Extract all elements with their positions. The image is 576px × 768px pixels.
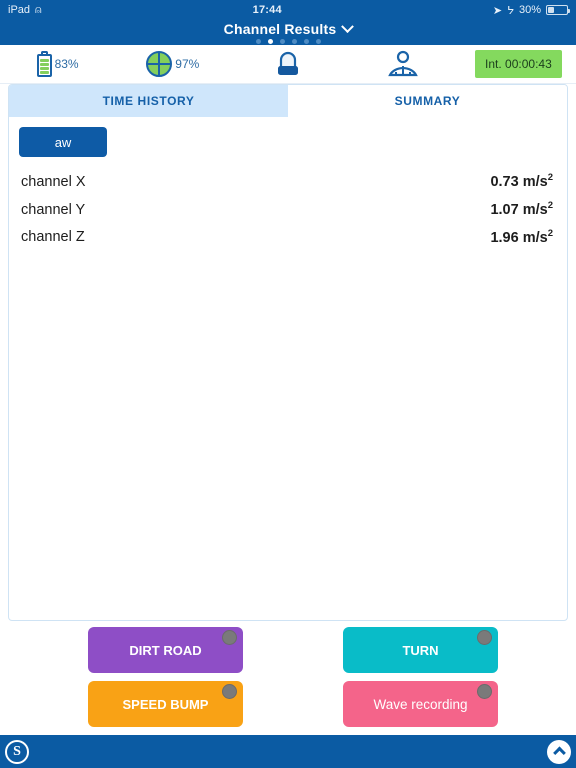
ios-status-bar: iPad ⍝ 17:44 ➤ ᔭ 30% — [0, 0, 576, 20]
page-dot-1[interactable] — [255, 39, 261, 44]
page-dot-4[interactable] — [291, 39, 297, 44]
channel-value-exponent: 2 — [547, 199, 553, 211]
event-buttons-grid: DIRT ROAD TURN SPEED BUMP Wave recording — [0, 621, 576, 735]
tab-summary[interactable]: SUMMARY — [288, 85, 567, 117]
event-status-indicator[interactable] — [477, 684, 492, 699]
logo-letter: S — [13, 743, 21, 759]
channel-value-exponent: 2 — [547, 172, 553, 183]
channel-row[interactable]: channel X 0.73 m/s2 — [19, 167, 557, 195]
battery-segment — [39, 63, 49, 66]
results-body: aw channel X 0.73 m/s2 channel Y 1.07 m/s2 c… — [9, 117, 567, 620]
title-bar: Channel Results — [0, 19, 576, 45]
channel-value-number: 1.96 m/s — [490, 229, 548, 246]
event-button-dirt-road[interactable]: DIRT ROAD — [88, 627, 243, 673]
battery-segment — [39, 71, 49, 74]
page-title-row[interactable]: Channel Results — [223, 19, 355, 37]
page-title: Channel Results — [223, 21, 337, 37]
page-indicator-dots[interactable] — [255, 39, 321, 44]
results-panel: TIME HISTORY SUMMARY aw channel X 0.73 m/… — [8, 84, 568, 621]
channel-results-list: channel X 0.73 m/s2 channel Y 1.07 m/s2 chan… — [19, 167, 557, 250]
app-root: iPad ⍝ 17:44 ➤ ᔭ 30% Channel Results 83% — [0, 0, 576, 768]
event-button-wave-recording[interactable]: Wave recording — [343, 681, 498, 727]
event-status-indicator[interactable] — [222, 684, 237, 699]
channel-value-number: 0.73 m/s — [490, 173, 548, 190]
results-tabs: TIME HISTORY SUMMARY — [9, 85, 567, 117]
siren-beacon-icon — [278, 51, 298, 75]
event-status-indicator[interactable] — [222, 630, 237, 645]
storage-status-cell[interactable]: 97% — [115, 45, 230, 83]
wbv-status-cell[interactable] — [346, 45, 461, 83]
storage-level-label: 97% — [175, 57, 200, 71]
channel-value: 1.07 m/s2 — [490, 200, 553, 218]
page-dot-2[interactable] — [267, 39, 273, 44]
location-arrow-icon: ➤ — [492, 4, 503, 17]
battery-icon — [36, 51, 52, 77]
chevron-down-icon[interactable] — [341, 19, 355, 33]
chevron-up-icon — [552, 746, 566, 760]
device-name-label: iPad — [8, 4, 31, 16]
event-button-label: DIRT ROAD — [129, 642, 202, 658]
channel-name: channel Y — [21, 201, 86, 218]
channel-value-exponent: 2 — [547, 227, 553, 239]
channel-name: channel Z — [21, 229, 85, 246]
status-battery-icon — [546, 5, 570, 15]
disk-pie-icon — [146, 51, 173, 77]
page-dot-3[interactable] — [279, 39, 285, 44]
channel-row[interactable]: channel Z 1.96 m/s2 — [19, 223, 557, 251]
battery-status-cell[interactable]: 83% — [0, 45, 115, 83]
expand-panel-button[interactable] — [547, 739, 571, 764]
status-icon-toolbar: 83% 97% Int. 00:00:43 — [0, 45, 576, 84]
event-status-indicator[interactable] — [477, 630, 492, 645]
event-button-label: Wave recording — [373, 696, 468, 712]
battery-level-label: 83% — [54, 57, 79, 71]
svantek-logo-icon[interactable]: S — [5, 739, 29, 764]
channel-name: channel X — [21, 173, 86, 190]
channel-value-number: 1.07 m/s — [490, 201, 548, 218]
battery-segment — [39, 59, 49, 62]
seated-person-icon — [388, 50, 418, 77]
channel-row[interactable]: channel Y 1.07 m/s2 — [19, 195, 557, 223]
event-button-turn[interactable]: TURN — [343, 627, 498, 673]
channel-value: 1.96 m/s2 — [490, 228, 553, 246]
event-button-label: TURN — [402, 642, 439, 658]
wifi-icon: ⍝ — [35, 3, 42, 16]
channel-value: 0.73 m/s2 — [490, 172, 553, 190]
battery-segment — [39, 67, 49, 70]
bluetooth-icon: ᔭ — [507, 4, 514, 17]
battery-percent-label: 30% — [518, 4, 541, 16]
page-dot-5[interactable] — [303, 39, 309, 44]
alarm-status-cell[interactable] — [230, 45, 345, 83]
weighting-button-aw[interactable]: aw — [19, 127, 107, 157]
event-button-speed-bump[interactable]: SPEED BUMP — [88, 681, 243, 727]
page-dot-6[interactable] — [315, 39, 321, 44]
bottom-toolbar: S — [0, 735, 576, 768]
event-button-label: SPEED BUMP — [122, 696, 209, 712]
status-bar-clock: 17:44 — [252, 4, 282, 16]
interval-timer-cell[interactable]: Int. 00:00:43 — [461, 45, 576, 83]
status-bar-right: ➤ ᔭ 30% — [492, 4, 570, 17]
interval-timer-badge: Int. 00:00:43 — [475, 50, 562, 78]
status-bar-left: iPad ⍝ — [8, 4, 42, 16]
tab-time-history[interactable]: TIME HISTORY — [9, 85, 288, 117]
